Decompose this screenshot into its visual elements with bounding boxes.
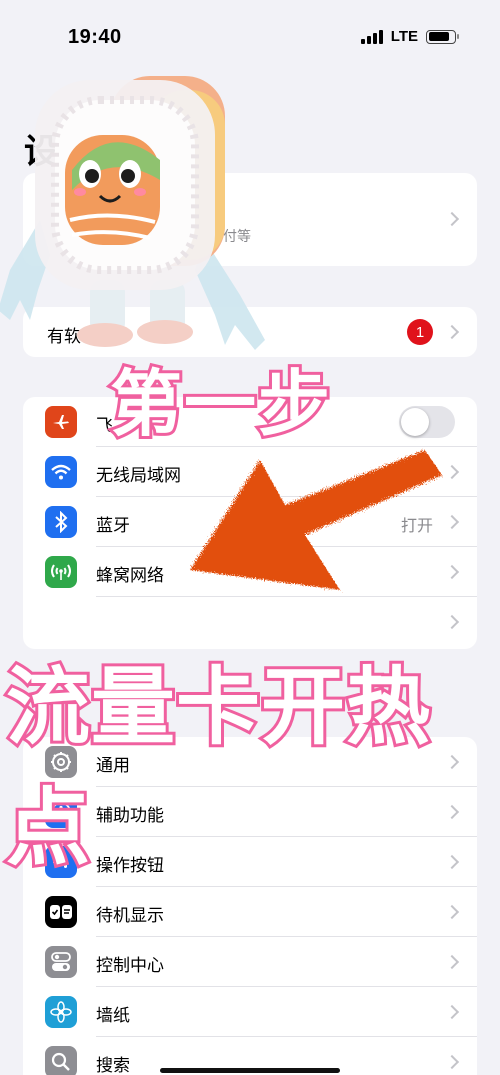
toggle-knob xyxy=(401,408,429,436)
control-center-icon xyxy=(45,946,77,978)
standby-icon xyxy=(45,896,77,928)
wifi-icon xyxy=(45,456,77,488)
row-label: 搜索 xyxy=(96,1056,130,1075)
status-indicators: LTE xyxy=(360,28,459,45)
signal-icon xyxy=(360,29,383,44)
sushi-mascot-sticker xyxy=(0,76,265,350)
settings-row-control-center[interactable]: 控制中心 xyxy=(23,937,477,987)
row-label: 墙纸 xyxy=(96,1006,130,1026)
update-badge: 1 xyxy=(407,319,433,345)
search-icon xyxy=(45,1046,77,1075)
airplane-toggle[interactable] xyxy=(399,406,455,438)
chevron-right-icon xyxy=(444,324,460,340)
cellular-icon xyxy=(45,556,77,588)
status-bar: 19:40 LTE xyxy=(0,0,500,70)
chevron-right-icon xyxy=(444,211,460,227)
settings-row-standby[interactable]: 待机显示 xyxy=(23,887,477,937)
orange-arrow-annotation xyxy=(190,450,442,590)
status-time: 19:40 xyxy=(68,26,122,48)
step-overlay-text: 第一步 xyxy=(107,359,333,449)
settings-row-wallpaper[interactable]: 墙纸 xyxy=(23,987,477,1037)
blank-icon xyxy=(45,606,77,638)
row-label: 蓝牙 xyxy=(96,516,130,536)
battery-icon xyxy=(426,29,459,44)
battery-level xyxy=(428,32,449,41)
home-indicator xyxy=(160,1068,340,1073)
caption-overlay-text: 流量卡开热点 xyxy=(3,655,433,880)
bluetooth-icon xyxy=(45,506,77,538)
chevron-right-icon xyxy=(444,614,460,630)
chevron-right-icon xyxy=(444,1054,460,1070)
wallpaper-icon xyxy=(45,996,77,1028)
airplane-icon xyxy=(45,406,77,438)
chevron-right-icon xyxy=(444,954,460,970)
row-label: 待机显示 xyxy=(96,906,164,926)
network-type: LTE xyxy=(390,28,418,45)
chevron-right-icon xyxy=(444,1004,460,1020)
chevron-right-icon xyxy=(444,904,460,920)
row-label: 蜂窝网络 xyxy=(96,566,164,586)
row-label: 控制中心 xyxy=(96,956,164,976)
row-label: 无线局域网 xyxy=(96,466,181,486)
